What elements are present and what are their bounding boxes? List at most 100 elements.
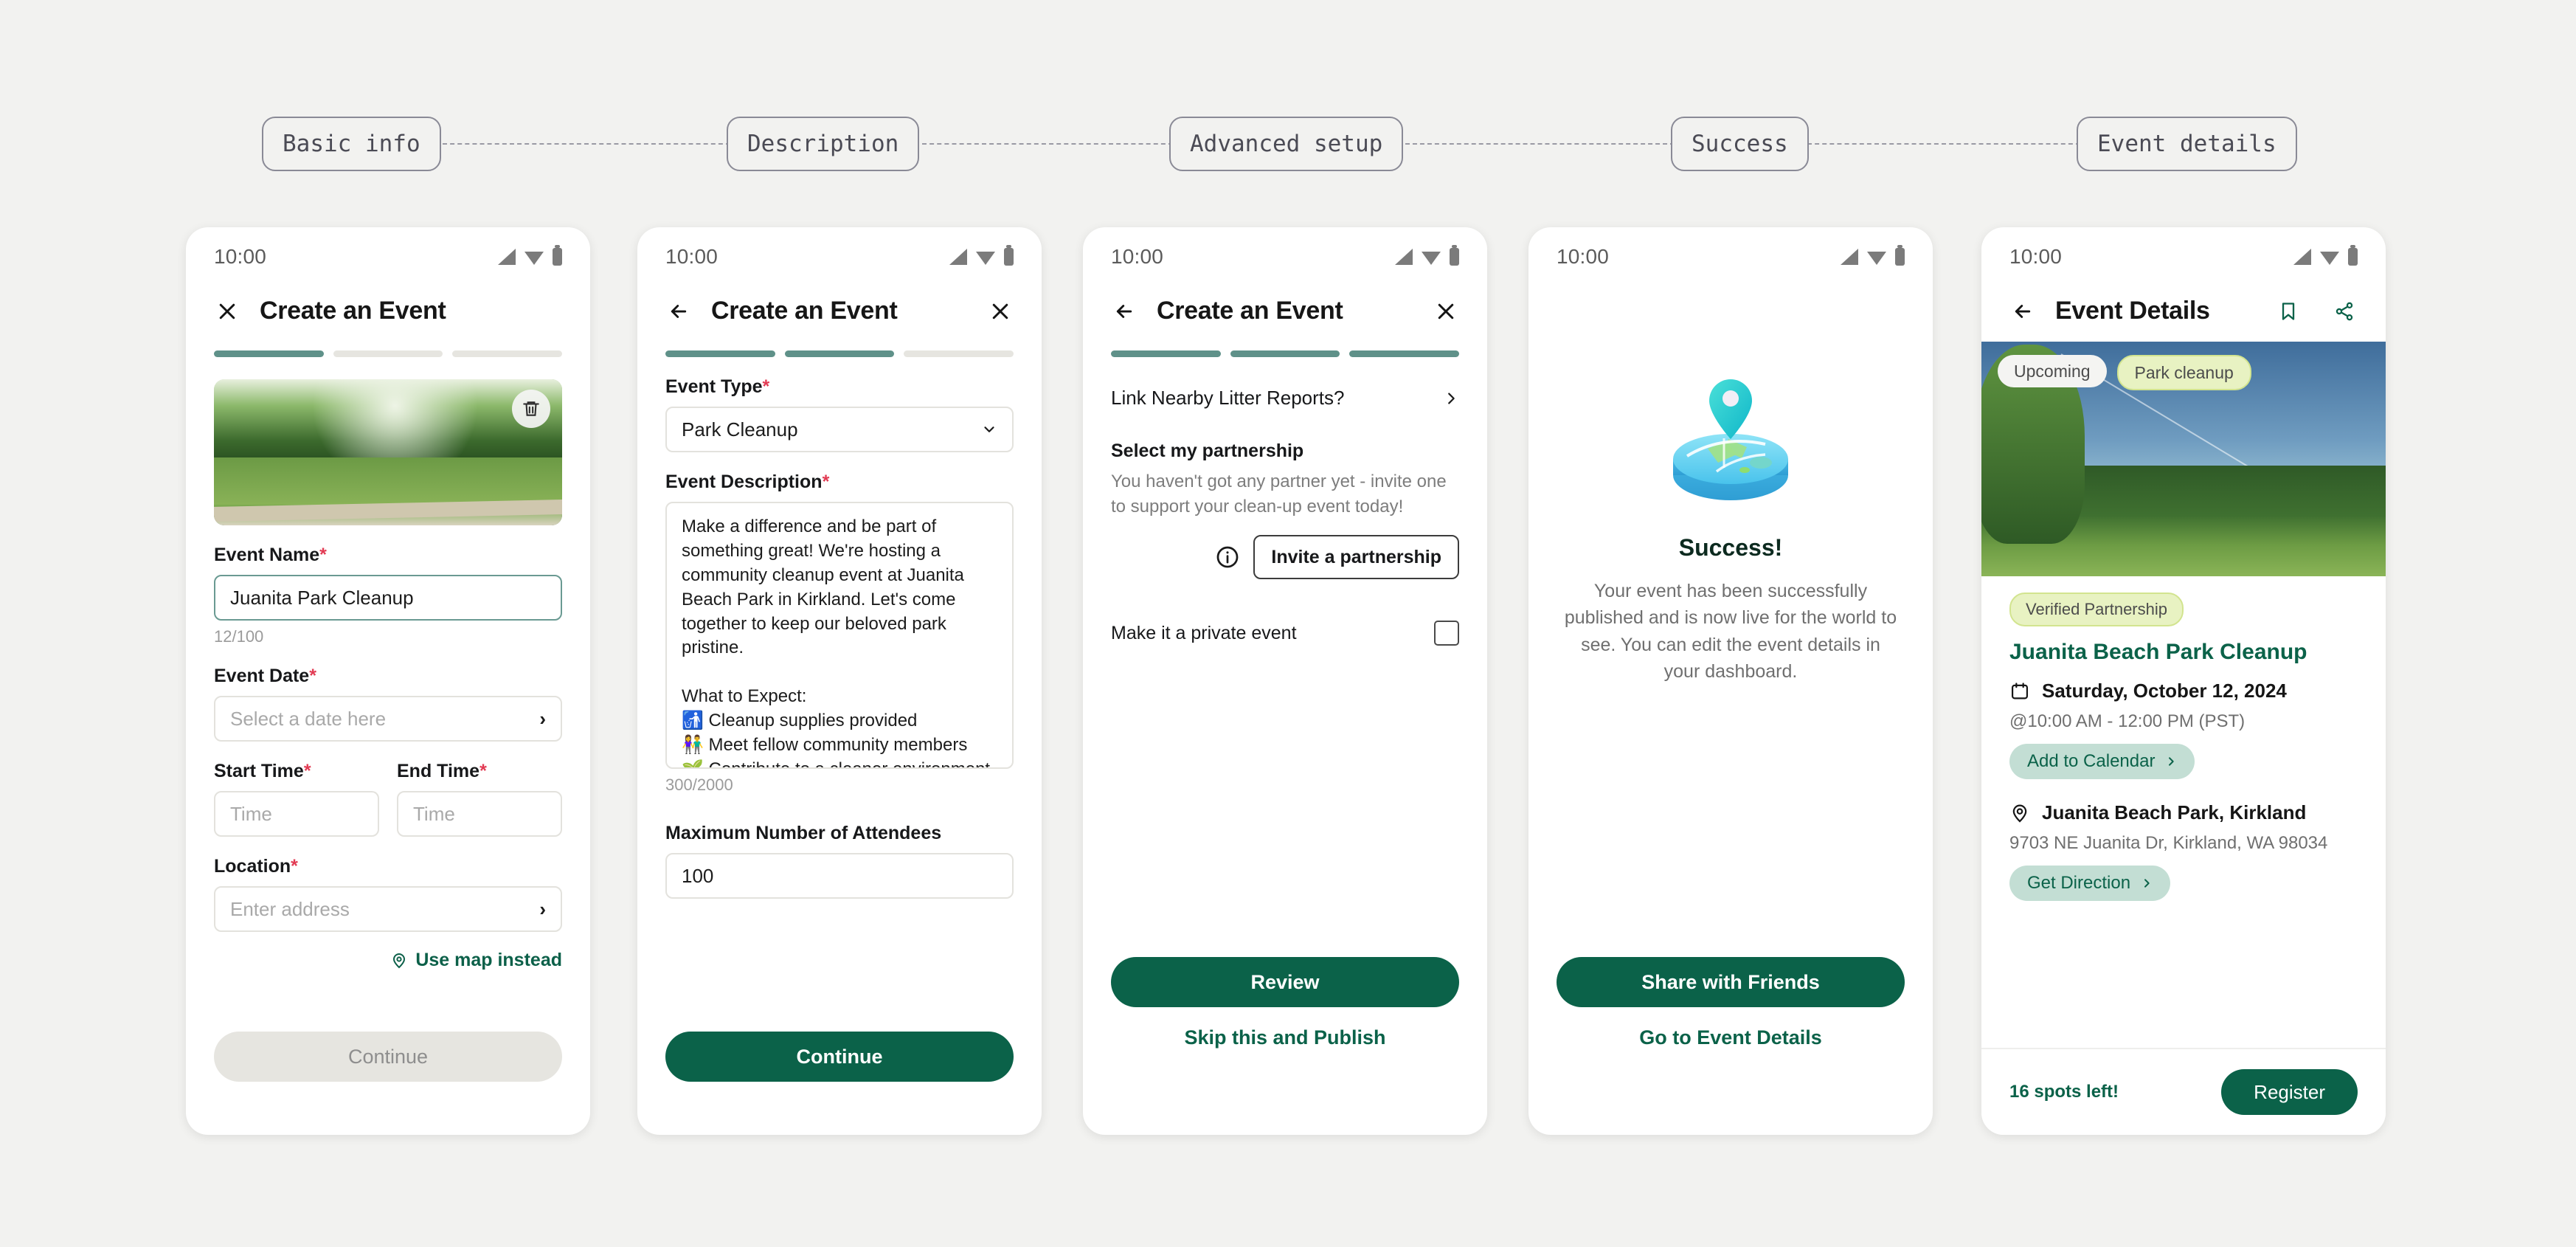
close-icon[interactable]	[987, 298, 1014, 325]
verified-partnership-badge: Verified Partnership	[2009, 593, 2184, 626]
wifi-icon	[1867, 251, 1886, 265]
status-icons	[949, 245, 1014, 266]
phone-screen-event-details: 10:00 Event Details Upcoming Park cleanu…	[1981, 227, 2386, 1135]
battery-icon	[2348, 245, 2358, 266]
max-attendees-label: Maximum Number of Attendees	[665, 823, 942, 843]
private-event-label: Make it a private event	[1111, 622, 1297, 643]
battery-icon	[553, 245, 562, 266]
event-date-text: Saturday, October 12, 2024	[2042, 680, 2287, 702]
continue-button[interactable]: Continue	[665, 1032, 1014, 1082]
go-to-event-details-link[interactable]: Go to Event Details	[1557, 1026, 1905, 1049]
app-bar: Create an Event	[1083, 276, 1487, 325]
review-label: Review	[1250, 970, 1320, 993]
chevron-right-icon: ›	[539, 707, 546, 730]
end-time-label: End Time*	[397, 761, 562, 782]
arrow-left-icon[interactable]	[2009, 298, 2036, 325]
get-direction-button[interactable]: Get Direction	[2009, 866, 2171, 901]
trash-icon[interactable]	[512, 390, 550, 428]
chevron-right-icon	[2169, 757, 2175, 766]
event-cover-image[interactable]	[214, 379, 562, 525]
form-body: Event Name* Juanita Park Cleanup 12/100 …	[186, 379, 590, 971]
info-icon[interactable]	[1215, 545, 1240, 570]
required-marker: *	[822, 471, 830, 492]
flow-step-label: Event details	[2097, 131, 2276, 157]
page-title: Create an Event	[260, 297, 446, 325]
event-date-input[interactable]: Select a date here ›	[214, 696, 562, 742]
continue-label: Continue	[796, 1045, 883, 1068]
close-icon[interactable]	[214, 298, 240, 325]
phone-screen-advanced-setup: 10:00 Create an Event Link Nearby Litter…	[1083, 227, 1487, 1135]
event-description-textarea[interactable]: Make a difference and be part of somethi…	[665, 502, 1014, 769]
location-input[interactable]: Enter address ›	[214, 886, 562, 932]
flow-connector-1	[443, 143, 730, 145]
event-type-select[interactable]: Park Cleanup	[665, 407, 1014, 452]
max-attendees-input[interactable]: 100	[665, 853, 1014, 899]
wifi-icon	[2320, 251, 2339, 265]
review-button[interactable]: Review	[1111, 957, 1459, 1007]
map-pin-illustration	[1673, 379, 1788, 500]
use-map-label: Use map instead	[415, 950, 562, 970]
progress-indicator	[637, 325, 1042, 357]
event-location-text: Juanita Beach Park, Kirkland	[2042, 801, 2307, 823]
app-bar: Event Details	[1981, 276, 2386, 325]
event-name-value: Juanita Park Cleanup	[230, 586, 414, 609]
start-time-input[interactable]: Time	[214, 791, 379, 837]
share-with-friends-button[interactable]: Share with Friends	[1557, 957, 1905, 1007]
arrow-left-icon[interactable]	[665, 298, 692, 325]
label-text: Event Type	[665, 376, 763, 397]
progress-indicator	[1083, 325, 1487, 357]
get-direction-label: Get Direction	[2027, 873, 2131, 893]
required-marker: *	[319, 545, 327, 565]
flow-step-success[interactable]: Success	[1671, 117, 1809, 171]
status-badge-upcoming: Upcoming	[1998, 355, 2107, 387]
register-label: Register	[2254, 1080, 2325, 1103]
continue-button[interactable]: Continue	[214, 1032, 562, 1082]
status-clock: 10:00	[214, 245, 267, 268]
signal-icon	[1841, 249, 1858, 265]
partnership-help-text: You haven't got any partner yet - invite…	[1111, 471, 1447, 517]
register-button[interactable]: Register	[2221, 1069, 2358, 1115]
skip-and-publish-link[interactable]: Skip this and Publish	[1111, 1026, 1459, 1049]
status-clock: 10:00	[1111, 245, 1164, 268]
flow-step-event-details[interactable]: Event details	[2077, 117, 2297, 171]
end-time-group: End Time* Time	[397, 742, 562, 837]
required-marker: *	[291, 856, 298, 877]
flow-step-advanced-setup[interactable]: Advanced setup	[1169, 117, 1404, 171]
close-icon[interactable]	[1433, 298, 1459, 325]
use-map-instead-link[interactable]: Use map instead	[214, 950, 562, 971]
required-marker: *	[303, 761, 311, 781]
status-bar: 10:00	[1981, 227, 2386, 276]
chevron-right-icon	[2144, 879, 2150, 888]
flow-step-description[interactable]: Description	[727, 117, 920, 171]
location-label: Location*	[214, 856, 562, 877]
spots-left-text: 16 spots left!	[2009, 1082, 2119, 1102]
label-text: Event Date	[214, 666, 310, 686]
register-footer-bar: 16 spots left! Register	[1981, 1048, 2386, 1135]
share-icon[interactable]	[2331, 298, 2358, 325]
skip-label: Skip this and Publish	[1184, 1026, 1386, 1049]
page-title: Event Details	[2055, 297, 2210, 325]
page-title: Create an Event	[711, 297, 898, 325]
continue-button-wrap: Continue	[214, 1032, 562, 1082]
private-event-row[interactable]: Make it a private event	[1111, 621, 1459, 646]
event-name-input[interactable]: Juanita Park Cleanup	[214, 575, 562, 621]
location-pin-icon	[393, 953, 406, 968]
flow-step-basic-info[interactable]: Basic info	[262, 117, 441, 171]
progress-segment-1	[214, 350, 324, 357]
invite-partnership-button[interactable]: Invite a partnership	[1253, 535, 1459, 580]
link-litter-reports-row[interactable]: Link Nearby Litter Reports?	[1111, 387, 1459, 410]
progress-indicator	[186, 325, 590, 357]
continue-label: Continue	[347, 1045, 429, 1068]
private-event-checkbox[interactable]	[1434, 621, 1459, 646]
label-text: Location	[214, 856, 291, 877]
add-to-calendar-button[interactable]: Add to Calendar	[2009, 744, 2195, 779]
arrow-left-icon[interactable]	[1111, 298, 1138, 325]
flow-steps: Basic info Description Advanced setup Su…	[0, 117, 2576, 176]
required-marker: *	[762, 376, 770, 397]
status-clock: 10:00	[1557, 245, 1610, 268]
form-body: Event Type* Park Cleanup Event Descripti…	[637, 357, 1042, 899]
success-message: Your event has been successfully publish…	[1564, 581, 1897, 682]
bookmark-icon[interactable]	[2275, 298, 2302, 325]
end-time-input[interactable]: Time	[397, 791, 562, 837]
location-placeholder: Enter address	[230, 897, 350, 920]
